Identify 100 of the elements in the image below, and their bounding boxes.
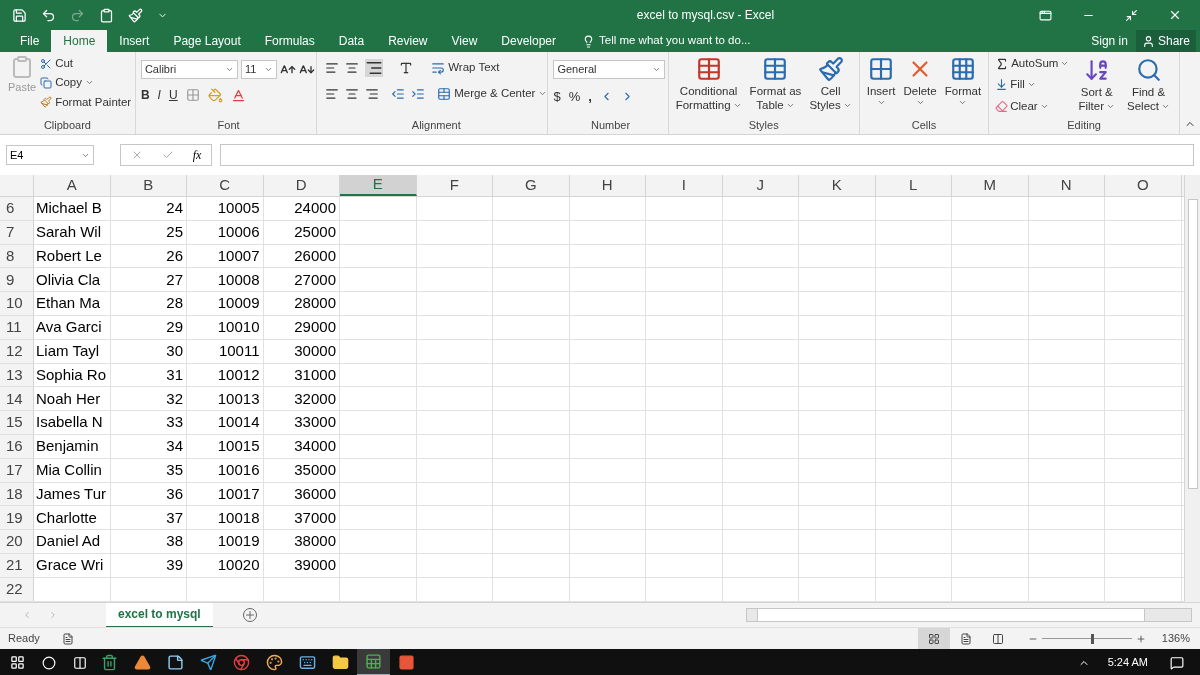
- sign-in-link[interactable]: Sign in: [1083, 30, 1136, 52]
- row-header[interactable]: 14: [0, 387, 34, 411]
- column-header[interactable]: F: [416, 175, 493, 196]
- column-header[interactable]: B: [110, 175, 187, 196]
- ribbon-button[interactable]: Insert: [863, 54, 899, 116]
- ribbon-tab[interactable]: Formulas: [252, 30, 327, 52]
- sheet-tab[interactable]: excel to mysql: [106, 602, 213, 628]
- align-center-icon[interactable]: [345, 86, 360, 101]
- row-header[interactable]: 7: [0, 220, 34, 244]
- search-icon[interactable]: [42, 655, 56, 670]
- task-view-icon[interactable]: [73, 655, 87, 670]
- zoom-thumb[interactable]: [1091, 633, 1095, 644]
- row-header[interactable]: 22: [0, 577, 34, 601]
- indent-icon[interactable]: [411, 86, 426, 101]
- save-icon[interactable]: [12, 7, 27, 23]
- row-header[interactable]: 17: [0, 458, 34, 482]
- bold-button[interactable]: B: [140, 86, 150, 104]
- zoom-slider[interactable]: [1041, 633, 1132, 644]
- ribbon-tab[interactable]: Review: [376, 30, 440, 52]
- font-color-icon[interactable]: [230, 87, 246, 103]
- clipboard-icon[interactable]: [99, 7, 114, 23]
- column-header[interactable]: G: [493, 175, 570, 196]
- clear-button[interactable]: Clear: [995, 97, 1070, 115]
- row-header[interactable]: 13: [0, 363, 34, 387]
- row-header[interactable]: 6: [0, 197, 34, 220]
- ribbon-button[interactable]: Conditional Formatting: [672, 54, 745, 116]
- formula-field[interactable]: [220, 144, 1194, 166]
- cut-button[interactable]: Cut: [40, 55, 132, 73]
- row-header[interactable]: 21: [0, 553, 34, 577]
- ribbon-tab[interactable]: File: [8, 30, 52, 52]
- row-header[interactable]: 12: [0, 339, 34, 363]
- ribbon-tab[interactable]: Insert: [107, 30, 162, 52]
- merge-center-button[interactable]: Merge & Center: [437, 85, 548, 103]
- orientation-icon[interactable]: [399, 61, 414, 75]
- column-header[interactable]: M: [952, 175, 1029, 196]
- ribbon-button[interactable]: Cell Styles: [806, 54, 855, 116]
- vertical-scrollbar[interactable]: [1184, 175, 1200, 602]
- insert-function-button[interactable]: fx: [192, 146, 202, 164]
- column-header[interactable]: E: [340, 175, 417, 196]
- row-header[interactable]: 19: [0, 506, 34, 530]
- ribbon-button[interactable]: Sort & Filter: [1075, 55, 1118, 116]
- column-header[interactable]: I: [646, 175, 723, 196]
- start-icon[interactable]: [10, 655, 25, 670]
- undo-icon[interactable]: [41, 7, 56, 23]
- clock[interactable]: 5:24 AM: [1107, 654, 1148, 671]
- ribbon-button[interactable]: Format: [941, 54, 985, 116]
- row-header[interactable]: 11: [0, 316, 34, 339]
- column-header[interactable]: L: [875, 175, 952, 196]
- name-box[interactable]: E4: [6, 145, 94, 165]
- row-header[interactable]: 18: [0, 482, 34, 506]
- row-header[interactable]: 8: [0, 244, 34, 268]
- row-header[interactable]: 16: [0, 434, 34, 458]
- comma-button[interactable]: ,: [588, 87, 592, 107]
- zoom-in-icon[interactable]: [1135, 633, 1146, 644]
- align-left-icon[interactable]: [325, 86, 340, 101]
- horizontal-scrollbar[interactable]: [746, 608, 1192, 622]
- italic-button[interactable]: I: [157, 86, 161, 104]
- row-header[interactable]: 20: [0, 530, 34, 553]
- ribbon-tab[interactable]: Data: [326, 30, 377, 52]
- brush-icon[interactable]: [128, 7, 143, 23]
- top-align-icon[interactable]: [325, 61, 340, 75]
- outdent-icon[interactable]: [391, 86, 406, 101]
- column-header[interactable]: J: [722, 175, 799, 196]
- ribbon-tab[interactable]: Page Layout: [161, 30, 253, 52]
- font-field[interactable]: Calibri: [140, 60, 238, 79]
- tell-me-field[interactable]: Tell me what you want to do...: [599, 32, 751, 50]
- align-right-icon[interactable]: [365, 86, 380, 101]
- fill-button[interactable]: Fill: [995, 76, 1070, 94]
- underline-button[interactable]: U: [168, 86, 178, 104]
- normal-view-icon[interactable]: [917, 627, 950, 650]
- fill-color-icon[interactable]: [207, 87, 223, 103]
- number-format-field[interactable]: General: [553, 60, 666, 79]
- share-button[interactable]: Share: [1135, 30, 1196, 52]
- ribbon-button[interactable]: Format as Table: [746, 54, 805, 116]
- column-header[interactable]: K: [799, 175, 876, 196]
- ribbon-tab[interactable]: Developer: [489, 30, 568, 52]
- ribbon-tab[interactable]: Home: [51, 30, 108, 52]
- close-icon[interactable]: [1168, 8, 1182, 22]
- notification-icon[interactable]: [1170, 655, 1184, 670]
- column-header[interactable]: N: [1028, 175, 1105, 196]
- row-header[interactable]: 10: [0, 292, 34, 315]
- row-header[interactable]: 15: [0, 411, 34, 434]
- zoom-level[interactable]: 136%: [1161, 630, 1190, 647]
- copy-button[interactable]: Copy: [40, 74, 132, 92]
- autosum-button[interactable]: AutoSum: [995, 55, 1070, 73]
- percent-button[interactable]: %: [568, 87, 581, 107]
- ribbon-display-icon[interactable]: [1039, 8, 1052, 22]
- middle-align-icon[interactable]: [345, 61, 360, 75]
- column-header[interactable]: A: [34, 175, 111, 196]
- ribbon-tab[interactable]: View: [439, 30, 490, 52]
- restore-icon[interactable]: [1125, 8, 1138, 22]
- column-header[interactable]: H: [569, 175, 646, 196]
- row-header[interactable]: 9: [0, 268, 34, 292]
- wrap-text-button[interactable]: Wrap Text: [431, 59, 500, 77]
- column-header[interactable]: O: [1105, 175, 1182, 196]
- ribbon-button[interactable]: Delete: [900, 54, 940, 116]
- ribbon-button[interactable]: Find & Select: [1124, 55, 1173, 116]
- bottom-align-icon[interactable]: [365, 59, 384, 77]
- size-field[interactable]: 11: [240, 60, 277, 79]
- macro-icon[interactable]: [61, 632, 74, 645]
